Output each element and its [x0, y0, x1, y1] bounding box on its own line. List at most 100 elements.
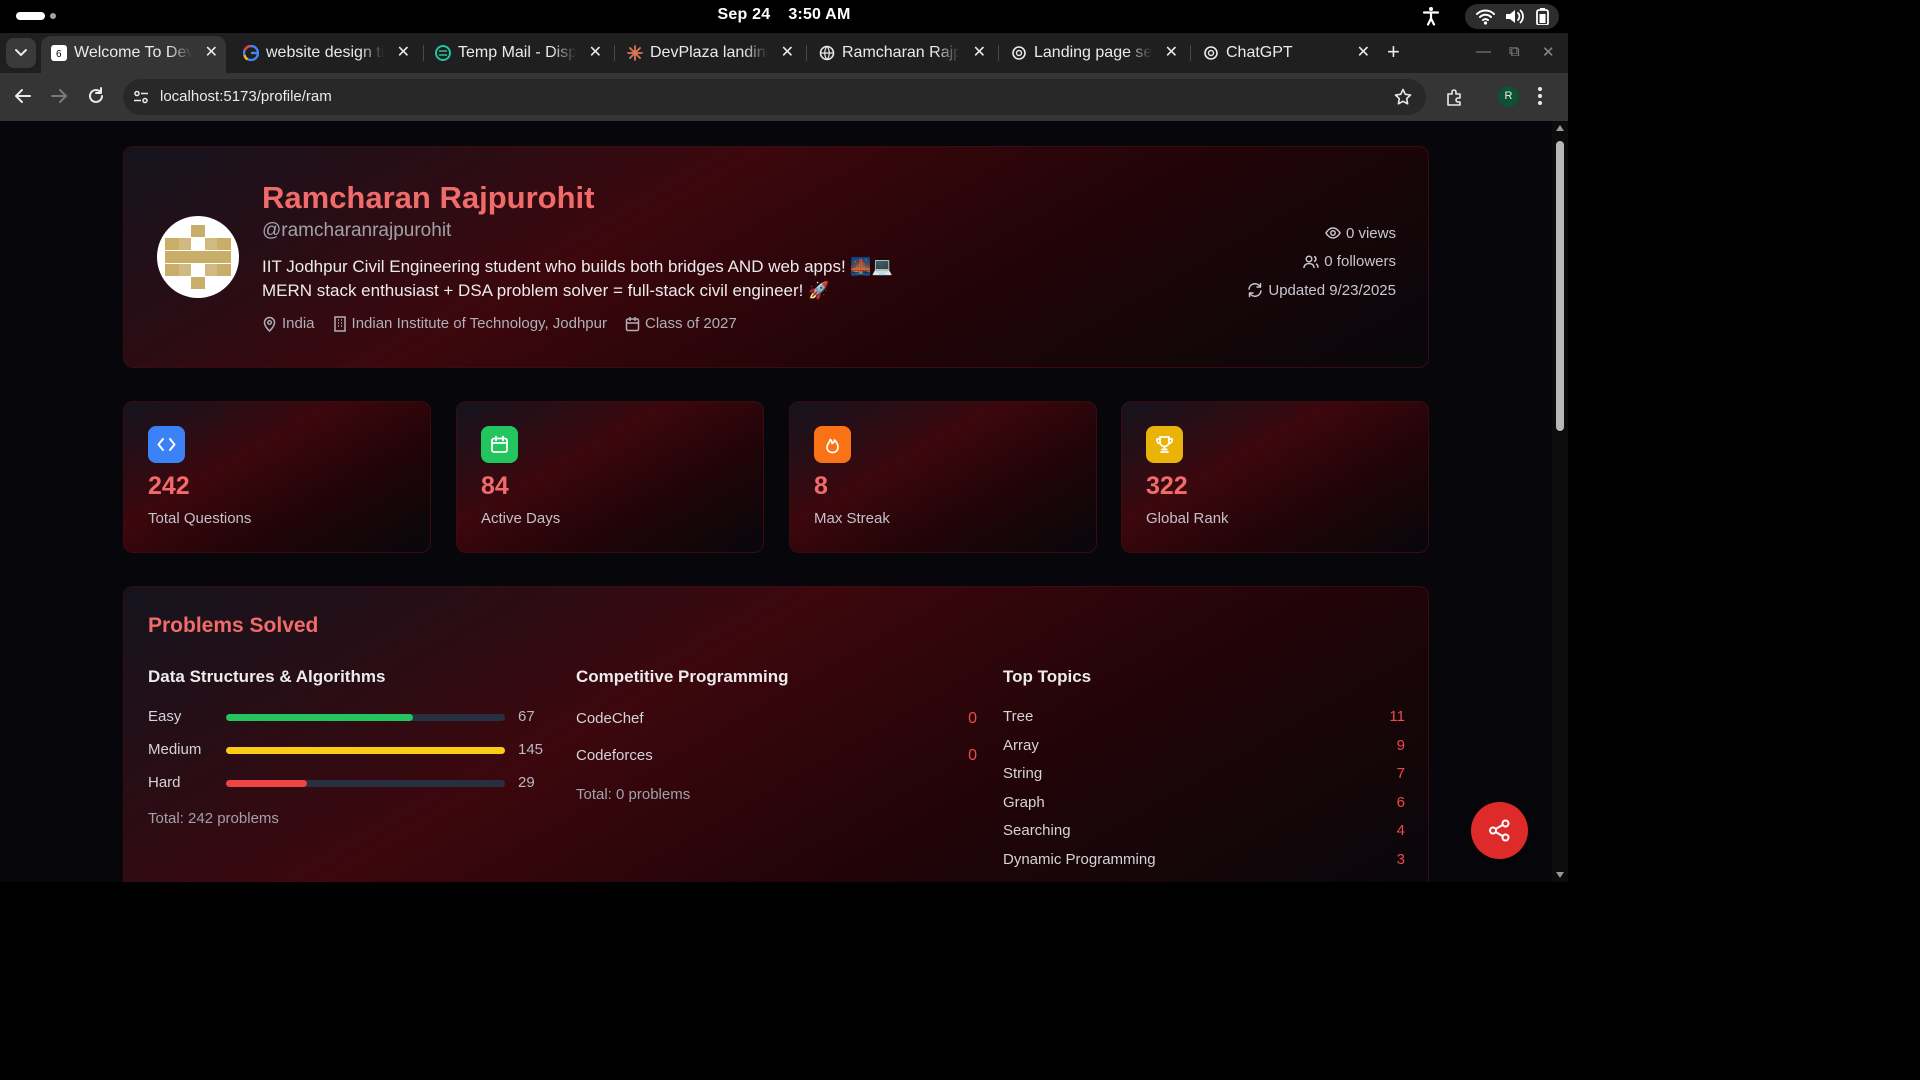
refresh-icon [1248, 283, 1263, 298]
eye-icon [1325, 227, 1341, 240]
scrollbar-thumb[interactable] [1556, 141, 1564, 431]
tab-search-button[interactable] [6, 38, 36, 68]
progress-track [226, 747, 505, 754]
browser-tab-strip: 6 Welcome To DevPlaza ✕ website design t… [0, 33, 1568, 73]
page-viewport: Ramcharan Rajpurohit @ramcharanrajpurohi… [0, 121, 1552, 882]
topic-label: Graph [1003, 794, 1045, 811]
cp-platform: Codeforces [576, 747, 653, 764]
chevron-down-icon [15, 49, 27, 57]
profile-bio: IIT Jodhpur Civil Engineering student wh… [262, 255, 893, 303]
tab-separator [998, 45, 999, 61]
arrow-left-icon [15, 89, 31, 103]
tab-separator [1190, 45, 1191, 61]
globe-icon [819, 45, 835, 61]
browser-tab[interactable]: ChatGPT ✕ [1193, 33, 1378, 73]
trophy-icon [1146, 426, 1183, 463]
close-tab-icon[interactable]: ✕ [397, 45, 410, 61]
map-pin-icon [263, 316, 276, 332]
tab-title: Landing page sections [1034, 44, 1152, 62]
progress-fill [226, 780, 307, 787]
close-tab-icon[interactable]: ✕ [1357, 45, 1370, 61]
topics-title: Top Topics [1003, 667, 1092, 686]
restore-window-button[interactable]: ⧉ [1509, 43, 1520, 60]
class-item: Class of 2027 [625, 315, 737, 332]
share-button[interactable] [1471, 802, 1528, 859]
profile-handle: @ramcharanrajpurohit [262, 220, 452, 241]
scroll-up-arrow-icon[interactable] [1556, 125, 1564, 131]
progress-fill [226, 714, 413, 721]
os-status-bar: Sep 24 3:50 AM [0, 0, 1568, 33]
code-icon [148, 426, 185, 463]
system-tray[interactable] [1465, 4, 1559, 29]
stat-card-total-questions: 242 Total Questions [123, 401, 431, 553]
bio-line: MERN stack enthusiast + DSA problem solv… [262, 281, 830, 300]
dsa-title: Data Structures & Algorithms [148, 667, 386, 686]
volume-icon [1506, 9, 1524, 24]
tab-title: ChatGPT [1226, 44, 1344, 62]
difficulty-count: 29 [518, 774, 535, 791]
browser-tab[interactable]: Ramcharan Rajpurohit ✕ [809, 33, 994, 73]
share-icon [1489, 819, 1510, 842]
tab-separator [423, 45, 424, 61]
profile-stats: 0 views 0 followers Updated 9/23/2025 [1247, 219, 1396, 305]
browser-tab[interactable]: Landing page sections ✕ [1001, 33, 1186, 73]
url-text[interactable]: localhost:5173/profile/ram [160, 88, 332, 105]
bookmark-star-icon[interactable] [1394, 88, 1412, 106]
claude-icon [627, 45, 643, 61]
browser-tab[interactable]: 6 Welcome To DevPlaza ✕ [41, 36, 226, 73]
difficulty-count: 145 [518, 741, 544, 758]
browser-tab[interactable]: DevPlaza landing page ✕ [617, 33, 802, 73]
profile-avatar [157, 216, 239, 298]
stat-value: 84 [481, 472, 509, 500]
topic-label: Searching [1003, 822, 1071, 839]
site-settings-icon[interactable] [133, 89, 149, 105]
more-menu-icon[interactable] [1537, 86, 1543, 106]
topic-count: 11 [1389, 708, 1405, 725]
close-tab-icon[interactable]: ✕ [973, 45, 986, 61]
bio-line: IIT Jodhpur Civil Engineering student wh… [262, 257, 893, 276]
address-bar[interactable]: localhost:5173/profile/ram [123, 79, 1426, 115]
browser-tab[interactable]: Temp Mail - Disposable ✕ [425, 33, 610, 73]
profile-meta: India Indian Institute of Technology, Jo… [262, 315, 755, 332]
browser-tab[interactable]: website design tips ✕ [233, 33, 418, 73]
views-stat: 0 views [1247, 219, 1396, 248]
google-icon [243, 45, 259, 61]
building-icon [333, 315, 346, 332]
cp-row-codechef: CodeChef 0 [576, 710, 977, 730]
new-tab-button[interactable]: + [1387, 41, 1400, 63]
os-clock[interactable]: Sep 24 3:50 AM [0, 6, 1568, 24]
profile-avatar-button[interactable]: R [1498, 86, 1519, 107]
accessibility-icon[interactable] [1421, 6, 1441, 26]
scroll-down-arrow-icon[interactable] [1556, 872, 1564, 878]
page-scrollbar[interactable] [1552, 121, 1568, 882]
location-item: India [262, 315, 315, 332]
cp-row-codeforces: Codeforces 0 [576, 747, 977, 767]
close-tab-icon[interactable]: ✕ [205, 45, 218, 61]
followers-stat: 0 followers [1247, 248, 1396, 277]
topic-count: 6 [1396, 794, 1405, 811]
extensions-puzzle-icon[interactable] [1445, 88, 1464, 107]
stat-label: Max Streak [814, 510, 890, 527]
chatgpt-icon [1011, 45, 1027, 61]
close-tab-icon[interactable]: ✕ [589, 45, 602, 61]
difficulty-count: 67 [518, 708, 535, 725]
stat-label: Global Rank [1146, 510, 1229, 527]
topic-label: String [1003, 765, 1043, 782]
close-tab-icon[interactable]: ✕ [781, 45, 794, 61]
wifi-icon [1476, 9, 1495, 25]
minimize-window-button[interactable]: — [1476, 43, 1491, 60]
difficulty-label: Easy [148, 708, 182, 725]
calendar-icon [481, 426, 518, 463]
tab-title: Ramcharan Rajpurohit [842, 44, 960, 62]
users-icon [1303, 255, 1320, 268]
topic-row: Tree 11 [1003, 708, 1405, 728]
difficulty-row-hard: Hard 29 [148, 774, 548, 794]
close-tab-icon[interactable]: ✕ [1165, 45, 1178, 61]
cp-total: Total: 0 problems [576, 786, 691, 803]
stat-card-active-days: 84 Active Days [456, 401, 764, 553]
topic-label: Dynamic Programming [1003, 851, 1156, 868]
forward-button[interactable] [50, 87, 68, 105]
reload-button[interactable] [87, 87, 105, 105]
close-window-button[interactable]: ✕ [1542, 43, 1555, 61]
back-button[interactable] [14, 87, 32, 105]
